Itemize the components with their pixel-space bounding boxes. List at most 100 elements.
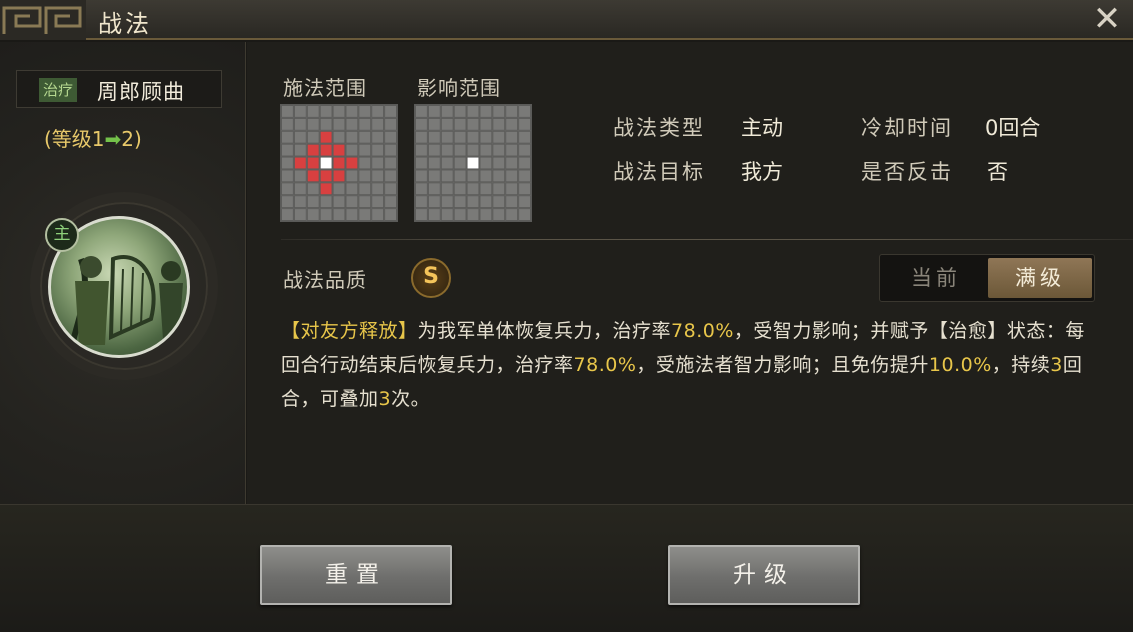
quality-label: 战法品质 <box>283 268 367 292</box>
grid-cell <box>440 169 454 183</box>
grid-cell <box>293 169 307 183</box>
skill-description: 【对友方释放】为我军单体恢复兵力，治疗率78.0%，受智力影响；并赋予【治愈】状… <box>281 314 1097 416</box>
level-from: (等级1 <box>44 127 105 151</box>
grid-cell <box>518 169 531 183</box>
grid-cell <box>427 143 441 157</box>
grid-cell <box>440 143 454 157</box>
desc-duration: 3 <box>1050 354 1063 376</box>
grid-cell <box>281 182 294 196</box>
grid-cell <box>384 117 397 131</box>
grid-cell-center <box>466 156 480 170</box>
grid-cell <box>427 208 441 221</box>
grid-cell <box>306 182 320 196</box>
grid-cell <box>415 169 428 183</box>
grid-cell <box>293 143 307 157</box>
grid-cell <box>345 182 359 196</box>
grid-cell <box>427 156 441 170</box>
skill-type-label: 战法类型 <box>613 116 705 140</box>
grid-cell <box>415 195 428 209</box>
cast-range-grid-svg <box>281 105 397 221</box>
grid-cell <box>440 195 454 209</box>
grid-cell <box>492 195 506 209</box>
grid-cell <box>371 208 385 221</box>
grid-cell <box>453 105 467 118</box>
grid-cell <box>332 130 346 144</box>
upgrade-button[interactable]: 升级 <box>668 545 860 605</box>
reset-button[interactable]: 重置 <box>260 545 452 605</box>
grid-cell-in-range <box>332 143 346 157</box>
skill-target-label: 战法目标 <box>613 160 705 184</box>
grid-cell-in-range <box>332 156 346 170</box>
toggle-current[interactable]: 当前 <box>884 258 988 298</box>
grid-cell <box>345 195 359 209</box>
grid-cell <box>371 143 385 157</box>
grid-cell <box>505 130 519 144</box>
grid-cell <box>415 156 428 170</box>
grid-cell <box>427 169 441 183</box>
grid-cell <box>293 208 307 221</box>
grid-cell <box>358 208 372 221</box>
grid-cell <box>453 169 467 183</box>
grid-cell <box>518 195 531 209</box>
grid-cell <box>440 117 454 131</box>
grid-cell <box>371 169 385 183</box>
grid-cell <box>293 105 307 118</box>
grid-cell <box>358 169 372 183</box>
quality-badge: S <box>411 258 451 298</box>
grid-cell <box>479 182 493 196</box>
grid-cell <box>358 117 372 131</box>
grid-cell <box>518 208 531 221</box>
grid-cell-in-range <box>319 130 333 144</box>
title-bar: 战法 ✕ <box>0 0 1133 40</box>
counter-value: 否 <box>987 160 1008 184</box>
grid-cell <box>332 105 346 118</box>
close-icon[interactable]: ✕ <box>1089 2 1125 38</box>
grid-cell <box>345 208 359 221</box>
grid-cell <box>466 105 480 118</box>
grid-cell <box>358 143 372 157</box>
grid-cell <box>518 105 531 118</box>
grid-cell <box>427 105 441 118</box>
grid-cell <box>440 105 454 118</box>
grid-cell <box>415 130 428 144</box>
skill-type-value: 主动 <box>741 116 783 140</box>
grid-cell <box>479 195 493 209</box>
skill-type-tag: 治疗 <box>39 78 78 102</box>
grid-cell <box>281 169 294 183</box>
grid-cell-in-range <box>306 169 320 183</box>
grid-cell <box>345 143 359 157</box>
grid-cell <box>440 182 454 196</box>
grid-cell-in-range <box>306 143 320 157</box>
grid-cell-in-range <box>293 156 307 170</box>
grid-cell <box>371 182 385 196</box>
grid-cell <box>427 117 441 131</box>
desc-text-3: ，受施法者智力影响；且免伤提升 <box>636 354 929 376</box>
grid-cell <box>427 195 441 209</box>
grid-cell <box>358 156 372 170</box>
grid-cell <box>453 156 467 170</box>
grid-cell <box>518 117 531 131</box>
level-to: 2) <box>121 127 142 151</box>
grid-cell <box>281 208 294 221</box>
grid-cell <box>384 105 397 118</box>
grid-cell <box>281 105 294 118</box>
counter-label: 是否反击 <box>861 160 953 184</box>
grid-cell <box>492 156 506 170</box>
skill-summary-panel: 治疗 周郎顾曲 (等级1➡2) 主 <box>0 42 246 504</box>
grid-cell <box>281 156 294 170</box>
grid-cell <box>427 130 441 144</box>
grid-cell <box>479 208 493 221</box>
grid-cell <box>492 182 506 196</box>
grid-cell <box>319 195 333 209</box>
grid-cell <box>293 182 307 196</box>
desc-text-1: 为我军单体恢复兵力，治疗率 <box>417 320 672 342</box>
toggle-max-level[interactable]: 满级 <box>988 258 1092 298</box>
arrow-right-icon: ➡ <box>104 127 122 151</box>
grid-cell <box>306 208 320 221</box>
grid-cell <box>345 130 359 144</box>
grid-cell <box>492 169 506 183</box>
grid-cell <box>492 130 506 144</box>
grid-cell <box>332 117 346 131</box>
grid-cell <box>371 105 385 118</box>
skill-name-box: 治疗 周郎顾曲 <box>16 70 222 108</box>
